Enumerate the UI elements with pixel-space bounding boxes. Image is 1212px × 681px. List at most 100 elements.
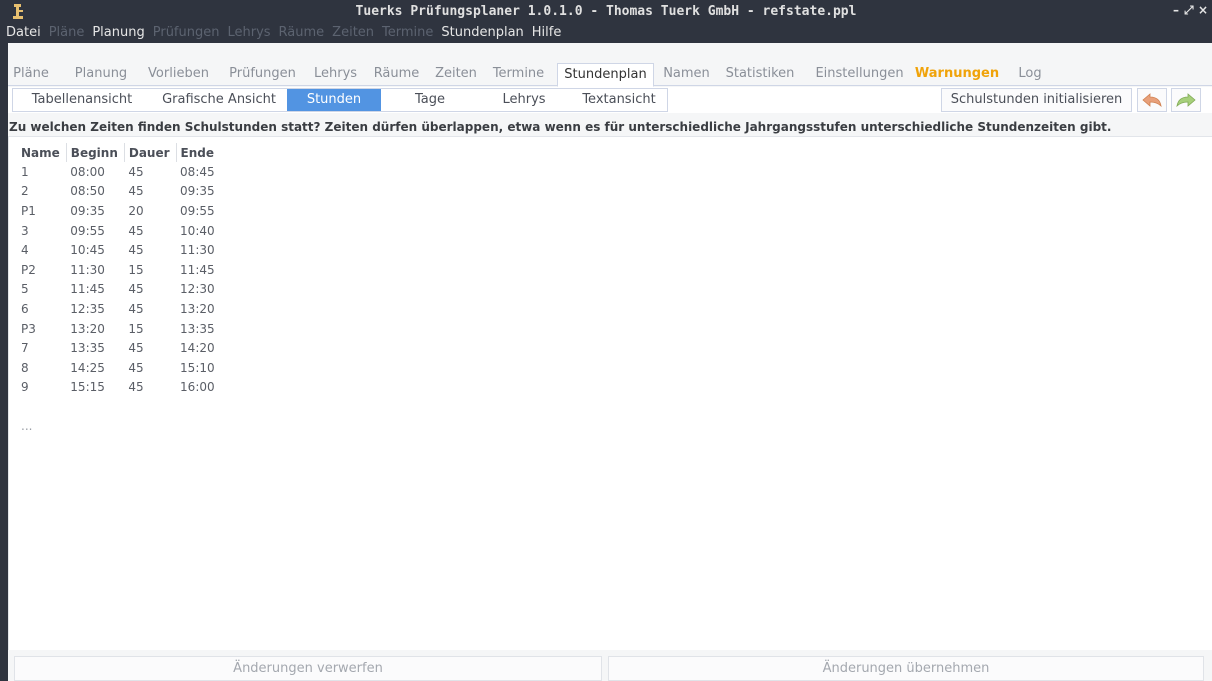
subtab-tage[interactable]: Tage [381, 89, 479, 111]
end-cell[interactable]: 12:30 [176, 280, 221, 300]
menu-räume[interactable]: Räume [279, 25, 325, 40]
duration-cell[interactable]: 15 [124, 260, 176, 280]
tab-räume[interactable]: Räume [369, 63, 424, 85]
table-row[interactable]: 2 08:50 45 09:35 [17, 182, 221, 202]
tab-namen[interactable]: Namen [660, 63, 713, 85]
menu-pläne[interactable]: Pläne [49, 25, 85, 40]
begin-cell[interactable]: 12:35 [66, 299, 124, 319]
name-cell[interactable]: 6 [17, 299, 66, 319]
duration-cell[interactable]: 45 [124, 378, 176, 398]
duration-cell[interactable]: 45 [124, 358, 176, 378]
begin-cell[interactable]: 11:30 [66, 260, 124, 280]
table-row[interactable]: 4 10:45 45 11:30 [17, 240, 221, 260]
name-cell[interactable]: 5 [17, 280, 66, 300]
restore-button[interactable]: ⤢ [1184, 3, 1194, 18]
column-header-duration[interactable]: Dauer [123, 143, 177, 162]
begin-cell[interactable]: 09:35 [66, 201, 124, 221]
name-cell[interactable]: 4 [17, 240, 66, 260]
begin-cell[interactable]: 15:15 [66, 378, 124, 398]
end-cell[interactable]: 11:45 [176, 260, 221, 280]
subtab-stunden[interactable]: Stunden [287, 89, 381, 111]
duration-cell[interactable]: 15 [124, 319, 176, 339]
duration-cell[interactable]: 45 [124, 221, 176, 241]
end-cell[interactable]: 13:35 [176, 319, 221, 339]
begin-cell[interactable]: 08:50 [66, 182, 124, 202]
name-cell[interactable]: 3 [17, 221, 66, 241]
tab-log[interactable]: Log [1011, 63, 1049, 85]
column-header-name[interactable]: Name [17, 143, 66, 162]
redo-button[interactable] [1171, 88, 1201, 112]
menu-zeiten[interactable]: Zeiten [332, 25, 374, 40]
tab-stundenplan[interactable]: Stundenplan [557, 63, 654, 87]
menu-planung[interactable]: Planung [92, 25, 144, 40]
tab-einstellungen[interactable]: Einstellungen [813, 63, 906, 85]
menu-prüfungen[interactable]: Prüfungen [153, 25, 220, 40]
end-cell[interactable]: 16:00 [176, 378, 221, 398]
menu-stundenplan[interactable]: Stundenplan [441, 25, 523, 40]
subtab-grafische-ansicht[interactable]: Grafische Ansicht [151, 89, 287, 111]
duration-cell[interactable]: 45 [124, 299, 176, 319]
menu-lehrys[interactable]: Lehrys [227, 25, 270, 40]
table-row[interactable]: 5 11:45 45 12:30 [17, 280, 221, 300]
undo-button[interactable] [1137, 88, 1167, 112]
tab-statistiken[interactable]: Statistiken [722, 63, 798, 85]
end-cell[interactable]: 09:35 [176, 182, 221, 202]
subtab-tabellenansicht[interactable]: Tabellenansicht [13, 89, 151, 111]
begin-cell[interactable]: 10:45 [66, 240, 124, 260]
tab-lehrys[interactable]: Lehrys [311, 63, 360, 85]
minimize-button[interactable]: – [1173, 3, 1179, 17]
begin-cell[interactable]: 13:20 [66, 319, 124, 339]
end-cell[interactable]: 10:40 [176, 221, 221, 241]
end-cell[interactable]: 15:10 [176, 358, 221, 378]
table-row[interactable]: 6 12:35 45 13:20 [17, 299, 221, 319]
name-cell[interactable]: P3 [17, 319, 66, 339]
table-row[interactable]: 1 08:00 45 08:45 [17, 162, 221, 182]
name-cell[interactable]: 1 [17, 162, 66, 182]
table-row[interactable]: P2 11:30 15 11:45 [17, 260, 221, 280]
begin-cell[interactable]: 08:00 [66, 162, 124, 182]
more-rows-indicator[interactable]: ... [21, 419, 32, 433]
discard-changes-button[interactable]: Änderungen verwerfen [14, 656, 602, 681]
name-cell[interactable]: 9 [17, 378, 66, 398]
name-cell[interactable]: 2 [17, 182, 66, 202]
begin-cell[interactable]: 14:25 [66, 358, 124, 378]
menu-hilfe[interactable]: Hilfe [532, 25, 562, 40]
name-cell[interactable]: 8 [17, 358, 66, 378]
table-row[interactable]: 9 15:15 45 16:00 [17, 378, 221, 398]
begin-cell[interactable]: 11:45 [66, 280, 124, 300]
tab-pläne[interactable]: Pläne [12, 63, 50, 85]
tab-vorlieben[interactable]: Vorlieben [141, 63, 216, 85]
subtab-lehrys[interactable]: Lehrys [479, 89, 569, 111]
menu-termine[interactable]: Termine [382, 25, 433, 40]
tab-warnungen[interactable]: Warnungen [914, 63, 1000, 85]
column-header-end[interactable]: Ende [175, 143, 221, 162]
duration-cell[interactable]: 20 [124, 201, 176, 221]
duration-cell[interactable]: 45 [124, 338, 176, 358]
tab-prüfungen[interactable]: Prüfungen [224, 63, 301, 85]
name-cell[interactable]: 7 [17, 338, 66, 358]
name-cell[interactable]: P1 [17, 201, 66, 221]
init-lessons-button[interactable]: Schulstunden initialisieren [941, 88, 1132, 112]
end-cell[interactable]: 08:45 [176, 162, 221, 182]
apply-changes-button[interactable]: Änderungen übernehmen [608, 656, 1204, 681]
tab-planung[interactable]: Planung [71, 63, 131, 85]
table-row[interactable]: 3 09:55 45 10:40 [17, 221, 221, 241]
tab-termine[interactable]: Termine [488, 63, 549, 85]
duration-cell[interactable]: 45 [124, 240, 176, 260]
table-row[interactable]: 7 13:35 45 14:20 [17, 338, 221, 358]
end-cell[interactable]: 13:20 [176, 299, 221, 319]
begin-cell[interactable]: 13:35 [66, 338, 124, 358]
table-row[interactable]: P1 09:35 20 09:55 [17, 201, 221, 221]
table-row[interactable]: P3 13:20 15 13:35 [17, 319, 221, 339]
duration-cell[interactable]: 45 [124, 162, 176, 182]
close-button[interactable]: × [1198, 3, 1208, 17]
duration-cell[interactable]: 45 [124, 280, 176, 300]
column-header-begin[interactable]: Beginn [65, 143, 125, 162]
tab-zeiten[interactable]: Zeiten [432, 63, 480, 85]
end-cell[interactable]: 11:30 [176, 240, 221, 260]
menu-datei[interactable]: Datei [6, 25, 41, 40]
begin-cell[interactable]: 09:55 [66, 221, 124, 241]
duration-cell[interactable]: 45 [124, 182, 176, 202]
subtab-textansicht[interactable]: Textansicht [569, 89, 669, 111]
end-cell[interactable]: 09:55 [176, 201, 221, 221]
